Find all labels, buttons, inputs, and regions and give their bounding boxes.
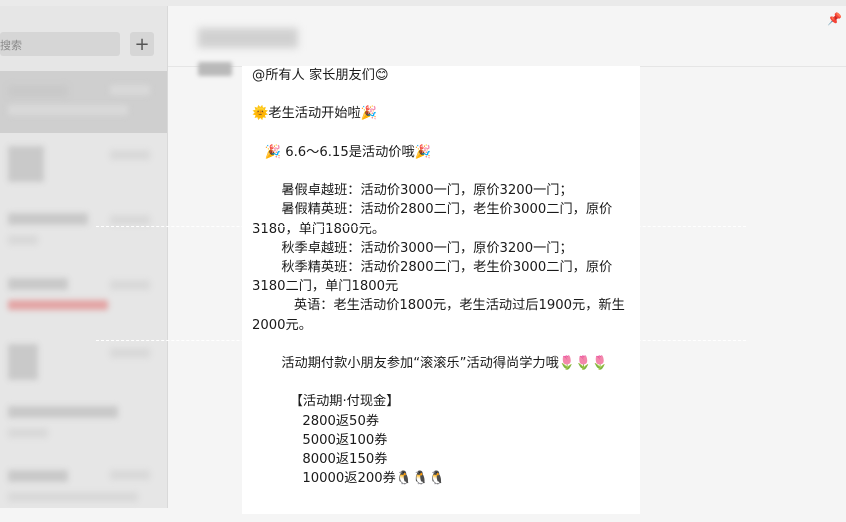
conversation-time-blur xyxy=(110,470,150,480)
message-line: 10000返200券🐧🐧🐧 xyxy=(252,471,446,487)
message-line: 秋季精英班：活动价2800二门，老生价3000二门，原价3180二门，单门180… xyxy=(252,260,613,295)
message-line xyxy=(252,335,638,354)
add-chat-button[interactable]: + xyxy=(130,32,154,56)
conversation-preview-blur xyxy=(8,300,108,310)
chat-area: 📌 @所有人 家长朋友们😊 🌞老生活动开始啦🎉 🎉 6.6～6.15是活动价哦🎉… xyxy=(168,6,846,514)
conversation-item[interactable] xyxy=(0,336,167,398)
message-line xyxy=(252,373,638,392)
conversation-sidebar: 搜索 + xyxy=(0,6,168,508)
pin-icon[interactable]: 📌 xyxy=(827,12,842,26)
message-line: 2800返50券 xyxy=(252,413,380,429)
message-line xyxy=(252,162,638,181)
conversation-time-blur xyxy=(110,215,150,225)
avatar xyxy=(8,146,44,182)
message-line: 暑假精英班：活动价2800二门，老生价3000二门，原价3180，单门1800元… xyxy=(252,202,613,237)
chat-header: 📌 xyxy=(168,6,846,67)
chat-title-blur xyxy=(198,28,298,48)
conversation-time-blur xyxy=(110,348,150,358)
divider-line xyxy=(96,340,746,341)
conversation-name-blur xyxy=(8,278,68,290)
message-line: 活动期付款小朋友参加“滚滚乐”活动得尚学力哦🌷🌷🌷 xyxy=(252,356,609,372)
message-line: 8000返150券 xyxy=(252,452,388,468)
message-bubble: @所有人 家长朋友们😊 🌞老生活动开始啦🎉 🎉 6.6～6.15是活动价哦🎉 暑… xyxy=(242,66,640,514)
conversation-item[interactable] xyxy=(0,201,167,263)
conversation-preview-blur xyxy=(8,105,128,115)
message-line: 暑假卓越班：活动价3000一门，原价3200一门； xyxy=(252,183,573,199)
conversation-time-blur xyxy=(110,85,150,95)
message-line: 英语：老生活动价1800元，老生活动过后1900元，新生2000元。 xyxy=(252,298,625,333)
message-line xyxy=(252,85,638,104)
message-line: 秋季卓越班：活动价3000一门，原价3200一门； xyxy=(252,240,573,256)
conversation-preview-blur xyxy=(8,235,38,245)
conversation-preview-blur xyxy=(8,428,48,438)
conversation-time-blur xyxy=(110,280,150,290)
message-line: @所有人 家长朋友们😊 xyxy=(252,68,389,83)
conversation-item[interactable] xyxy=(0,268,167,330)
avatar xyxy=(8,344,38,380)
conversation-name-blur xyxy=(8,470,68,482)
message-line: 🌞老生活动开始啦🎉 xyxy=(252,106,378,122)
message-line: 5000返100券 xyxy=(252,432,388,448)
sender-avatar xyxy=(198,62,232,76)
search-input[interactable]: 搜索 xyxy=(0,32,120,56)
conversation-item[interactable] xyxy=(0,71,167,133)
conversation-item[interactable] xyxy=(0,398,167,460)
message-line: 🎉 6.6～6.15是活动价哦🎉 xyxy=(252,144,432,160)
conversation-name-blur xyxy=(8,85,68,97)
search-placeholder: 搜索 xyxy=(0,39,22,52)
conversation-item[interactable] xyxy=(0,460,167,522)
conversation-name-blur xyxy=(8,406,118,418)
conversation-item[interactable] xyxy=(0,136,167,198)
message-line xyxy=(252,124,638,143)
message-text: @所有人 家长朋友们😊 🌞老生活动开始啦🎉 🎉 6.6～6.15是活动价哦🎉 暑… xyxy=(252,66,638,488)
divider-line xyxy=(96,226,746,227)
message-line: 【活动期·付现金】 xyxy=(252,394,400,410)
conversation-preview-blur xyxy=(8,492,138,502)
conversation-time-blur xyxy=(110,150,150,160)
conversation-name-blur xyxy=(8,213,88,225)
